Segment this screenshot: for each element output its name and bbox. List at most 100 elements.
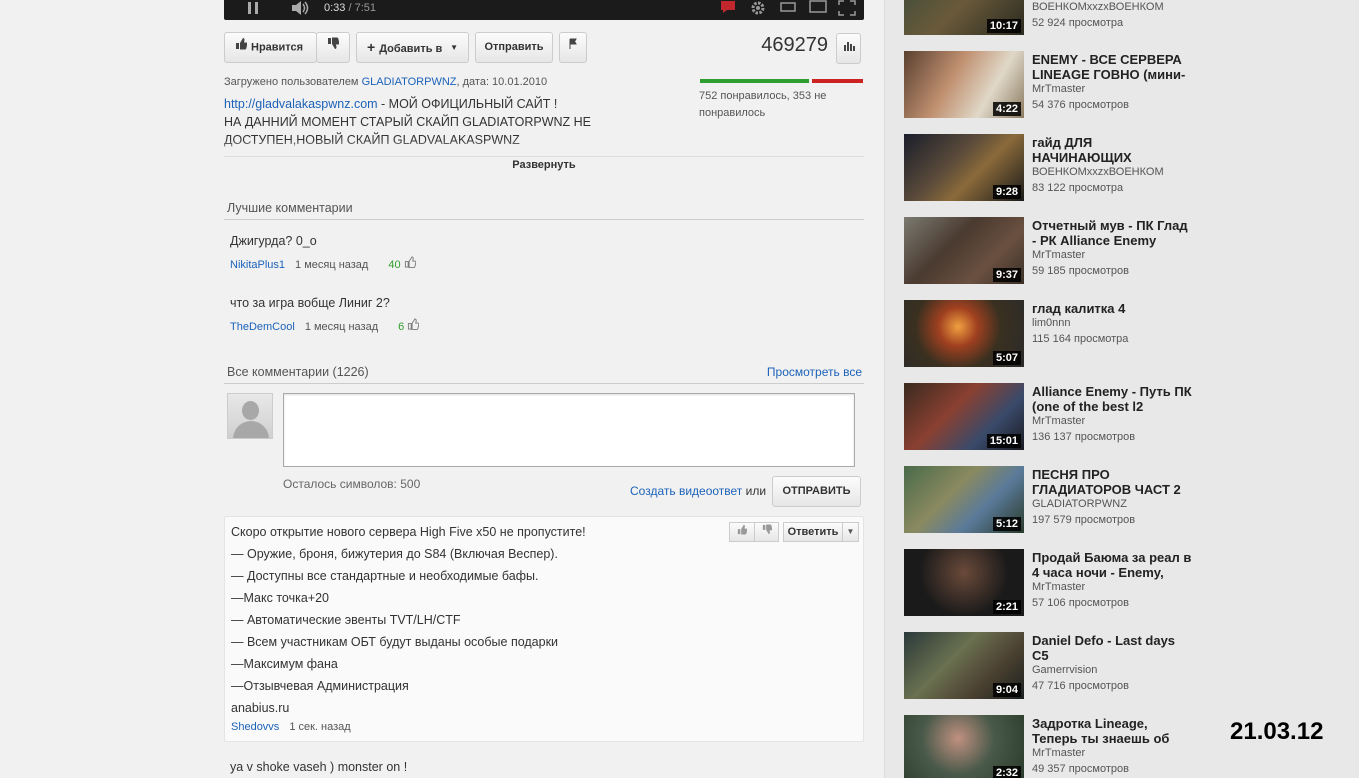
video-views: 47 716 просмотров [1032,680,1129,692]
comment-line: — Всем участникам ОБТ будут выданы особы… [231,635,559,649]
video-thumbnail[interactable]: 9:37 [904,217,1024,284]
volume-icon[interactable] [290,0,310,18]
video-thumbnail[interactable]: 4:22 [904,51,1024,118]
player-controls: 0:33 / 7:51 [224,0,864,20]
video-thumbnail[interactable]: 10:17 [904,0,1024,35]
comment-time: 1 месяц назад [295,259,369,271]
video-author: MrTmaster [1032,747,1086,759]
thumb-up-icon [235,33,248,62]
like-ratio-bar [700,79,863,83]
related-video[interactable]: 10:17 ВОЕНКОМxxzxВОЕНКОМ 52 924 просмотр… [904,0,1204,38]
comment-input[interactable] [283,393,855,467]
video-title[interactable]: Отчетный мув - ПК Глад - РК Alliance Ene… [1032,218,1194,248]
chevron-down-icon: ▼ [846,527,855,536]
comment-author[interactable]: Shedovvs [231,721,279,733]
comment-line: anabius.ru [231,701,290,715]
related-video[interactable]: 4:22 ENEMY - ВСЕ СЕРВЕРА LINEAGE ГОВНО (… [904,51,1204,121]
related-video[interactable]: 2:21 Продай Баюма за реал в 4 часа ночи … [904,549,1204,619]
video-title[interactable]: ПЕСНЯ ПРО ГЛАДИАТОРОВ ЧАСТ 2 [1032,467,1194,497]
chevron-down-icon: ▼ [450,43,458,52]
plus-icon: + [367,39,376,55]
related-video[interactable]: 2:32 Задротка Lineage, Теперь ты знаешь … [904,715,1204,778]
thumb-up-icon [737,524,748,538]
related-video[interactable]: 5:07 глад калитка 4 lim0nnn 115 164 прос… [904,300,1204,370]
video-title[interactable]: Daniel Defo - Last days C5 [1032,633,1194,663]
comment-text: Джигурда? 0_о [230,234,317,248]
video-thumbnail[interactable]: 2:32 [904,715,1024,778]
comment-line: —Макс точка+20 [231,591,330,605]
related-video[interactable]: 5:12 ПЕСНЯ ПРО ГЛАДИАТОРОВ ЧАСТ 2 GLADIA… [904,466,1204,536]
video-thumbnail[interactable]: 9:28 [904,134,1024,201]
thumb-up-icon [404,256,416,268]
related-video[interactable]: 9:28 гайд ДЛЯ НАЧИНАЮЩИХ ВОЕНКОМxxzxВОЕН… [904,134,1204,204]
dislike-button[interactable] [316,32,350,63]
video-views: 57 106 просмотров [1032,597,1129,609]
description-link[interactable]: http://gladvalakaspwnz.com [224,97,378,111]
video-title[interactable]: гайд ДЛЯ НАЧИНАЮЩИХ [1032,135,1194,165]
video-views: 59 185 просмотров [1032,265,1129,277]
expand-button[interactable]: Развернуть [506,157,582,175]
comment-line: — Оружие, броня, бижутерия до S84 (Включ… [231,547,558,561]
video-author: MrTmaster [1032,83,1086,95]
video-author: ВОЕНКОМxxzxВОЕНКОМ [1032,1,1164,13]
flag-button[interactable] [559,32,587,63]
video-thumbnail[interactable]: 9:04 [904,632,1024,699]
stats-button[interactable] [836,33,861,64]
video-author: MrTmaster [1032,249,1086,261]
view-count: 469279 [761,34,828,56]
video-author: MrTmaster [1032,581,1086,593]
comment-line: Скоро открытие нового сервера High Five … [231,525,586,539]
video-thumbnail[interactable]: 15:01 [904,383,1024,450]
comment-meta: NikitaPlus1 1 месяц назад 40 [230,256,416,271]
video-views: 115 164 просмотра [1032,333,1129,345]
comment-like-button[interactable] [729,522,755,542]
add-to-button[interactable]: + Добавить в ▼ [356,32,469,63]
comment-time: 1 сек. назад [289,721,351,733]
captions-icon[interactable] [720,0,736,18]
large-player-icon[interactable] [809,0,827,18]
small-player-icon[interactable] [780,0,796,18]
video-views: 83 122 просмотра [1032,182,1124,194]
related-video[interactable]: 9:37 Отчетный мув - ПК Глад - РК Allianc… [904,217,1204,287]
comment-author[interactable]: NikitaPlus1 [230,259,285,271]
avatar [227,393,273,439]
gear-icon[interactable] [750,0,766,18]
expand-description: Развернуть [224,156,864,175]
flag-icon [568,33,578,62]
comment-meta: Shedovvs 1 сек. назад [231,721,351,733]
video-title[interactable]: ENEMY - ВСЕ СЕРВЕРА LINEAGE ГОВНО (мини- [1032,52,1194,82]
create-video-response: Создать видеоответ или [630,484,767,498]
video-title[interactable]: Alliance Enemy - Путь ПК (one of the bes… [1032,384,1194,414]
video-thumbnail[interactable]: 5:12 [904,466,1024,533]
player-time: 0:33 / 7:51 [324,2,376,14]
video-title[interactable]: глад калитка 4 [1032,301,1194,316]
video-views: 49 357 просмотров [1032,763,1129,775]
comment-time: 1 месяц назад [304,321,379,333]
comment-menu-button[interactable]: ▼ [842,522,859,542]
related-video[interactable]: 9:04 Daniel Defo - Last days C5 Gamerrvi… [904,632,1204,702]
comment-likes: 6 [398,321,405,333]
video-title[interactable]: Задротка Lineage, Теперь ты знаешь об [1032,716,1194,746]
share-button[interactable]: Отправить [475,32,553,63]
thumb-down-icon [762,524,772,538]
like-ratio-fill [700,79,810,83]
related-video[interactable]: 15:01 Alliance Enemy - Путь ПК (one of t… [904,383,1204,453]
fullscreen-icon[interactable] [838,0,856,18]
video-views: 54 376 просмотров [1032,99,1129,111]
video-views: 52 924 просмотра [1032,17,1124,29]
view-all-link[interactable]: Просмотреть все [767,362,862,382]
pause-icon[interactable] [246,0,260,18]
uploader-link[interactable]: GLADIATORPWNZ [362,76,457,88]
reply-button[interactable]: Ответить [783,522,843,542]
comment-author[interactable]: TheDemCool [230,321,295,333]
like-button[interactable]: Нравится [224,32,317,63]
create-video-link[interactable]: Создать видеоответ [630,484,742,498]
video-views: 136 137 просмотров [1032,431,1136,443]
video-thumbnail[interactable]: 2:21 [904,549,1024,616]
video-thumbnail[interactable]: 5:07 [904,300,1024,367]
post-comment-button[interactable]: ОТПРАВИТЬ [772,476,861,507]
comment-dislike-button[interactable] [754,522,779,542]
video-title[interactable]: Продай Баюма за реал в 4 часа ночи - Ene… [1032,550,1194,580]
comment-item: Скоро открытие нового сервера High Five … [224,516,864,742]
thumb-up-icon [407,318,420,330]
